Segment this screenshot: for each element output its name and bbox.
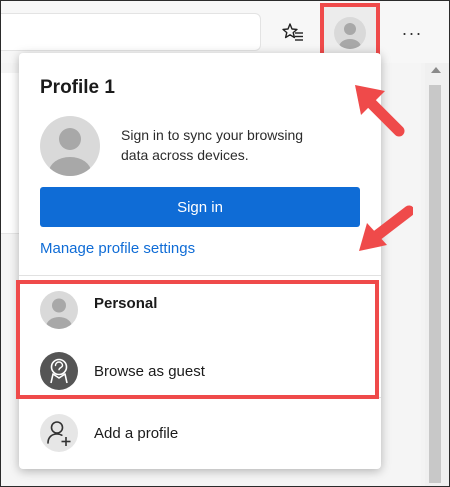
browser-window: ··· Profile 1 Sign in to sync your brows… <box>0 0 450 487</box>
address-bar[interactable] <box>1 13 261 51</box>
sync-description: Sign in to sync your browsing data acros… <box>121 127 304 163</box>
scrollbar-thumb[interactable] <box>429 85 441 483</box>
profiles-highlight-box <box>16 280 379 399</box>
add-person-icon <box>40 414 78 452</box>
sign-in-button[interactable]: Sign in <box>40 187 360 227</box>
favorites-star-icon <box>282 23 303 41</box>
divider <box>19 275 381 276</box>
flyout-title: Profile 1 <box>40 77 115 98</box>
favorites-button[interactable] <box>279 19 307 47</box>
annotation-arrow-icon <box>355 85 405 137</box>
manage-profile-settings-link[interactable]: Manage profile settings <box>40 240 195 257</box>
profile-flyout: Profile 1 Sign in to sync your browsing … <box>19 53 381 469</box>
more-options-button[interactable]: ··· <box>397 19 427 47</box>
vertical-scrollbar[interactable] <box>425 63 449 486</box>
annotation-arrow-icon <box>359 205 413 251</box>
scroll-up-arrow-icon[interactable] <box>431 67 441 73</box>
add-profile-label: Add a profile <box>94 425 179 442</box>
profile-avatar-icon <box>40 116 100 176</box>
add-profile-item[interactable]: Add a profile <box>19 408 381 458</box>
more-options-icon: ··· <box>401 22 423 43</box>
profile-avatar-icon <box>334 17 366 49</box>
